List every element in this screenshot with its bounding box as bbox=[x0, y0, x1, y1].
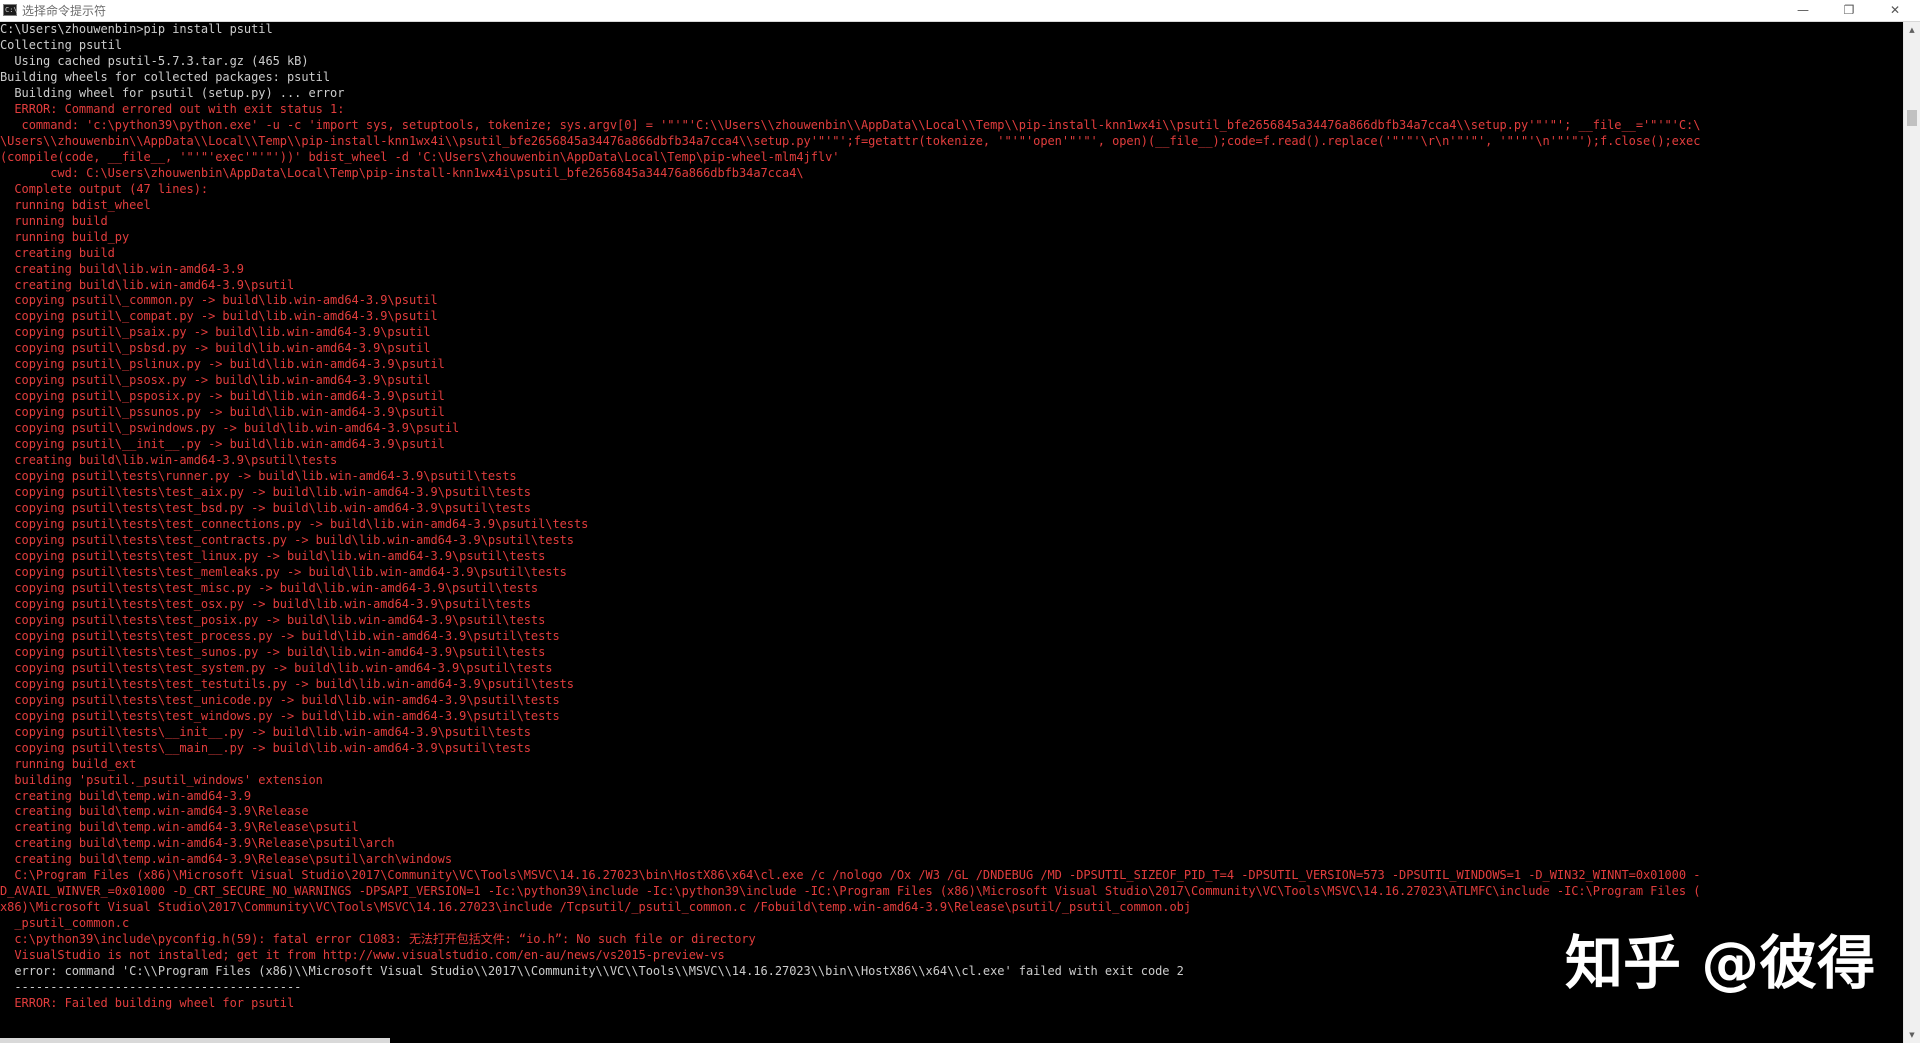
console-line: C:\Program Files (x86)\Microsoft Visual … bbox=[0, 868, 1701, 883]
console-line: Building wheel for psutil (setup.py) ...… bbox=[0, 85, 345, 100]
console-line: ERROR: Command errored out with exit sta… bbox=[0, 101, 345, 116]
console-line: creating build\temp.win-amd64-3.9\Releas… bbox=[0, 836, 395, 851]
vertical-scrollbar[interactable]: ▲ ▼ bbox=[1903, 22, 1920, 1043]
scrollbar-thumb[interactable] bbox=[1907, 110, 1917, 126]
console-line: copying psutil\tests\__main__.py -> buil… bbox=[0, 740, 531, 755]
console-line: \Users\\zhouwenbin\\AppData\\Local\\Temp… bbox=[0, 133, 1701, 148]
console-line: copying psutil\tests\test_connections.py… bbox=[0, 517, 589, 532]
console-line: copying psutil\tests\test_aix.py -> buil… bbox=[0, 485, 531, 500]
console-line: ERROR: Failed building wheel for psutil bbox=[0, 996, 295, 1011]
window-title: 选择命令提示符 bbox=[22, 4, 107, 18]
console-line: command: 'c:\python39\python.exe' -u -c … bbox=[0, 117, 1701, 132]
console-line: copying psutil\__init__.py -> build\lib.… bbox=[0, 437, 445, 452]
console-line: copying psutil\_pssunos.py -> build\lib.… bbox=[0, 405, 445, 420]
console-line: copying psutil\tests\test_process.py -> … bbox=[0, 628, 560, 643]
console-line: copying psutil\tests\test_system.py -> b… bbox=[0, 660, 553, 675]
console-line: creating build bbox=[0, 245, 115, 260]
console-line: copying psutil\tests\test_misc.py -> bui… bbox=[0, 580, 539, 595]
console-line: copying psutil\_psosx.py -> build\lib.wi… bbox=[0, 373, 431, 388]
console-line: copying psutil\tests\test_contracts.py -… bbox=[0, 533, 574, 547]
console-line: copying psutil\tests\test_windows.py -> … bbox=[0, 708, 560, 723]
console-line: C:\Users\zhouwenbin>pip install psutil bbox=[0, 22, 273, 36]
console-line: copying psutil\_common.py -> build\lib.w… bbox=[0, 293, 438, 308]
zhihu-watermark: 知乎 @彼得 bbox=[1565, 929, 1876, 997]
console-line: copying psutil\tests\__init__.py -> buil… bbox=[0, 724, 531, 739]
console-line: copying psutil\tests\test_posix.py -> bu… bbox=[0, 612, 546, 627]
console-line: copying psutil\_psbsd.py -> build\lib.wi… bbox=[0, 341, 431, 356]
command-prompt-window: C:\ 选择命令提示符 — ❐ ✕ C:\Users\zhouwenbin>pi… bbox=[0, 0, 1920, 1043]
title-bar[interactable]: C:\ 选择命令提示符 — ❐ ✕ bbox=[0, 0, 1920, 22]
console-line: copying psutil\tests\test_unicode.py -> … bbox=[0, 692, 560, 707]
console-line: Using cached psutil-5.7.3.tar.gz (465 kB… bbox=[0, 53, 309, 68]
console-line: creating build\temp.win-amd64-3.9\Releas… bbox=[0, 820, 359, 835]
console-line: copying psutil\_pswindows.py -> build\li… bbox=[0, 421, 460, 436]
console-line: copying psutil\_compat.py -> build\lib.w… bbox=[0, 309, 438, 324]
console-line: copying psutil\tests\test_memleaks.py ->… bbox=[0, 564, 567, 579]
scroll-down-arrow-icon[interactable]: ▼ bbox=[1904, 1027, 1920, 1043]
console-output[interactable]: C:\Users\zhouwenbin>pip install psutil Co… bbox=[0, 22, 1903, 1043]
console-line: (compile(code, __file__, '"'"'exec'"'"')… bbox=[0, 149, 840, 164]
console-line: running build_ext bbox=[0, 756, 137, 771]
console-line: running build bbox=[0, 213, 108, 228]
cmd-icon[interactable]: C:\ bbox=[3, 4, 18, 16]
console-line: x86)\Microsoft Visual Studio\2017\Commun… bbox=[0, 900, 1191, 915]
console-line: copying psutil\_psposix.py -> build\lib.… bbox=[0, 389, 445, 404]
close-button[interactable]: ✕ bbox=[1872, 0, 1918, 21]
restore-button[interactable]: ❐ bbox=[1826, 0, 1872, 21]
console-line: copying psutil\_pslinux.py -> build\lib.… bbox=[0, 357, 445, 372]
console-line: cwd: C:\Users\zhouwenbin\AppData\Local\T… bbox=[0, 165, 804, 180]
console-line: D_AVAIL_WINVER_=0x01000 -D_CRT_SECURE_NO… bbox=[0, 884, 1701, 899]
console-line: creating build\temp.win-amd64-3.9\Releas… bbox=[0, 852, 453, 867]
minimize-button[interactable]: — bbox=[1780, 0, 1826, 21]
cmd-icon-glyph: C:\ bbox=[5, 6, 18, 14]
console-line: creating build\lib.win-amd64-3.9\psutil bbox=[0, 277, 295, 292]
console-line: copying psutil\tests\test_osx.py -> buil… bbox=[0, 596, 531, 611]
console-line: copying psutil\tests\test_testutils.py -… bbox=[0, 676, 574, 691]
scroll-up-arrow-icon[interactable]: ▲ bbox=[1904, 22, 1920, 38]
console-line: creating build\temp.win-amd64-3.9 bbox=[0, 788, 252, 803]
console-line: copying psutil\tests\test_sunos.py -> bu… bbox=[0, 644, 546, 659]
console-line: copying psutil\_psaix.py -> build\lib.wi… bbox=[0, 325, 431, 340]
console-line: creating build\lib.win-amd64-3.9 bbox=[0, 261, 244, 276]
console-line: creating build\temp.win-amd64-3.9\Releas… bbox=[0, 804, 309, 819]
console-line: copying psutil\tests\test_linux.py -> bu… bbox=[0, 548, 546, 563]
console-line: running build_py bbox=[0, 229, 130, 244]
console-line: Collecting psutil bbox=[0, 37, 122, 52]
console-line: copying psutil\tests\test_bsd.py -> buil… bbox=[0, 501, 531, 516]
console-line: creating build\lib.win-amd64-3.9\psutil\… bbox=[0, 453, 338, 468]
taskbar-strip bbox=[0, 1038, 390, 1043]
console-line: copying psutil\tests\runner.py -> build\… bbox=[0, 469, 517, 484]
console-line: Complete output (47 lines): bbox=[0, 181, 209, 196]
console-line: running bdist_wheel bbox=[0, 197, 151, 212]
console-line: building 'psutil._psutil_windows' extens… bbox=[0, 772, 323, 787]
console-line: Building wheels for collected packages: … bbox=[0, 69, 331, 84]
